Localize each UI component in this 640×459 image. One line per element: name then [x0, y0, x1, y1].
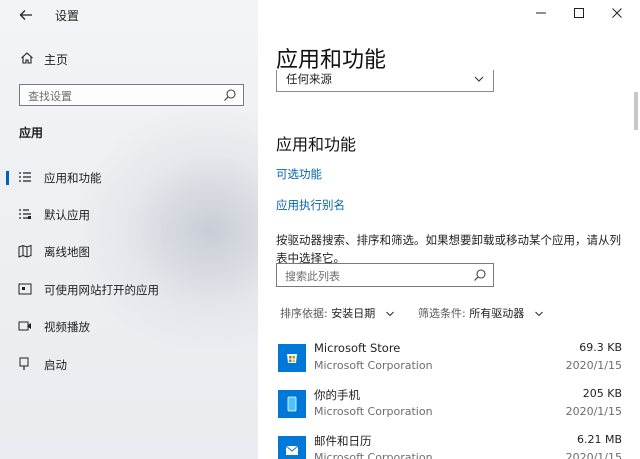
sidebar-section-heading: 应用 [19, 126, 44, 140]
app-size: 69.3 KB [579, 341, 622, 354]
app-list-item[interactable]: 你的手机 Microsoft Corporation 205 KB 2020/1… [276, 386, 622, 430]
active-indicator [6, 171, 9, 185]
install-source-dropdown[interactable]: 任何来源 [276, 70, 494, 92]
home-label: 主页 [44, 53, 69, 67]
app-list-search-input[interactable]: 搜索此列表 [276, 263, 494, 287]
sidebar-item-label: 默认应用 [44, 208, 90, 222]
sidebar-titlebar: 设置 [0, 0, 258, 30]
app-size: 205 KB [582, 387, 622, 400]
sort-dropdown[interactable]: 排序依据: 安装日期 [280, 305, 395, 321]
filter-dropdown[interactable]: 筛选条件: 所有驱动器 [418, 305, 544, 321]
filter-value: 所有驱动器 [469, 307, 525, 320]
sidebar-item-home[interactable]: 主页 [0, 48, 258, 70]
section-title: 应用和功能 [276, 135, 357, 154]
window-title: 设置 [55, 9, 80, 23]
app-date: 2020/1/15 [565, 359, 622, 372]
app-publisher: Microsoft Corporation [314, 451, 433, 459]
home-icon [20, 51, 34, 65]
sidebar: 设置 主页 查找设置 应用 应用和功能 默认应用 离线地图 可使用网站打开的应用… [0, 0, 258, 459]
close-icon[interactable] [610, 6, 624, 20]
sort-label: 排序依据: [280, 307, 328, 320]
app-list-item[interactable]: 邮件和日历 Microsoft Corporation 6.21 MB 2020… [276, 432, 622, 459]
scrollbar-thumb[interactable] [634, 92, 638, 130]
maximize-icon[interactable] [572, 6, 586, 20]
mail-icon [278, 436, 306, 459]
app-name: Microsoft Store [314, 341, 401, 355]
app-date: 2020/1/15 [565, 451, 622, 459]
list-search-placeholder: 搜索此列表 [285, 270, 340, 283]
window-controls [500, 0, 640, 30]
app-date: 2020/1/15 [565, 405, 622, 418]
search-icon[interactable] [223, 88, 237, 102]
app-size: 6.21 MB [576, 433, 622, 446]
sidebar-item-video-playback[interactable]: 视频播放 [0, 314, 258, 340]
search-icon[interactable] [473, 268, 487, 282]
sort-value: 安装日期 [331, 307, 376, 320]
sidebar-item-default-apps[interactable]: 默认应用 [0, 202, 258, 228]
chevron-down-icon [534, 309, 544, 319]
sidebar-item-label: 可使用网站打开的应用 [44, 283, 159, 297]
optional-features-link[interactable]: 可选功能 [276, 166, 322, 182]
sidebar-item-apps-features[interactable]: 应用和功能 [0, 165, 258, 191]
sort-filter-row: 排序依据: 安装日期 筛选条件: 所有驱动器 [280, 305, 620, 321]
offline-map-icon [18, 244, 32, 258]
description-text: 按驱动器搜索、排序和筛选。如果想要卸载或移动某个应用，请从列表中选择它。 [276, 233, 621, 265]
phone-icon [278, 390, 306, 418]
app-execution-aliases-link[interactable]: 应用执行别名 [276, 197, 345, 213]
settings-search-input[interactable]: 查找设置 [19, 84, 244, 106]
minimize-icon[interactable] [534, 6, 548, 20]
video-playback-icon [18, 319, 32, 333]
open-with-website-icon [18, 282, 32, 296]
chevron-down-icon [473, 73, 485, 85]
app-name: 邮件和日历 [314, 434, 372, 448]
main-pane: 应用和功能 任何来源 应用和功能 可选功能 应用执行别名 按驱动器搜索、排序和筛… [258, 0, 640, 459]
apps-list-icon [18, 170, 32, 184]
dropdown-value: 任何来源 [286, 72, 332, 86]
app-name: 你的手机 [314, 388, 360, 402]
store-icon [278, 344, 306, 372]
sidebar-item-label: 启动 [44, 358, 67, 372]
sidebar-item-label: 离线地图 [44, 245, 90, 259]
sidebar-item-offline-maps[interactable]: 离线地图 [0, 239, 258, 265]
default-apps-icon [18, 207, 32, 221]
app-list-item[interactable]: Microsoft Store Microsoft Corporation 69… [276, 340, 622, 384]
back-arrow-icon[interactable] [18, 7, 34, 23]
filter-label: 筛选条件: [418, 307, 466, 320]
chevron-down-icon [385, 309, 395, 319]
startup-icon [18, 357, 32, 371]
app-publisher: Microsoft Corporation [314, 405, 433, 418]
sidebar-item-apps-for-websites[interactable]: 可使用网站打开的应用 [0, 277, 258, 303]
sidebar-item-startup[interactable]: 启动 [0, 352, 258, 378]
app-publisher: Microsoft Corporation [314, 359, 433, 372]
sidebar-item-label: 视频播放 [44, 320, 90, 334]
sidebar-item-label: 应用和功能 [44, 171, 102, 185]
settings-search-placeholder: 查找设置 [28, 90, 72, 103]
